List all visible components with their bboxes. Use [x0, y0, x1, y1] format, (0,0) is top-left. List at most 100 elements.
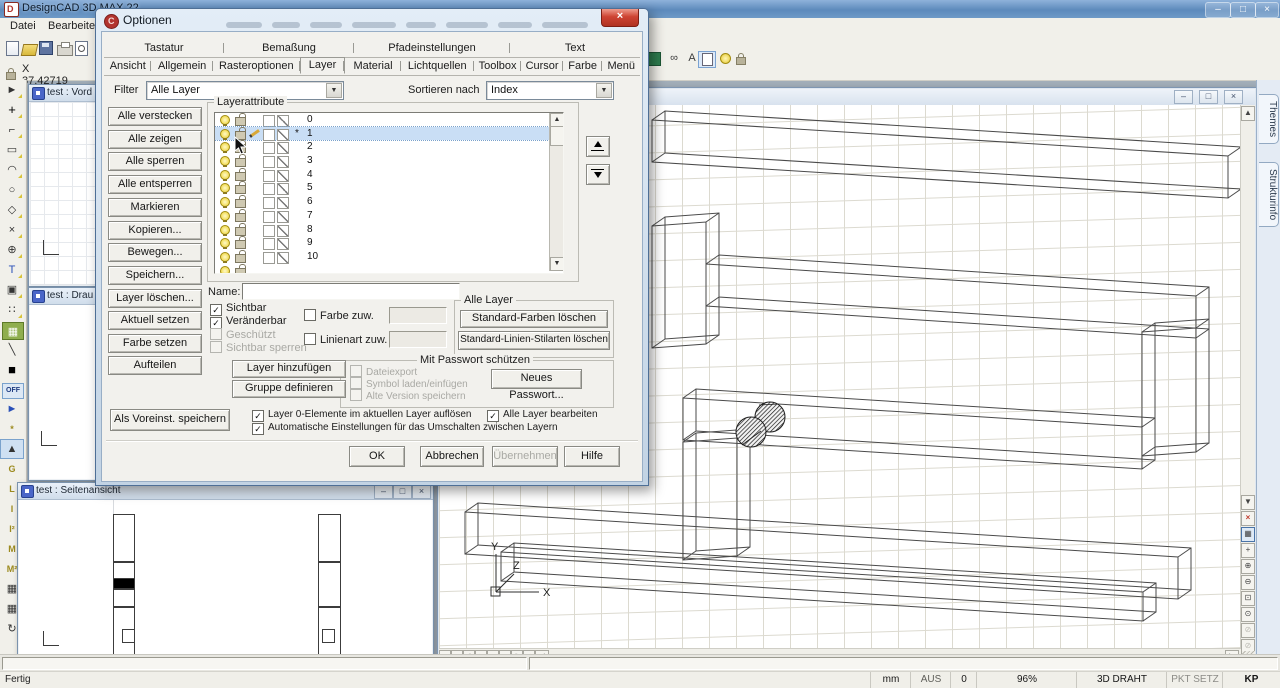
unlock-icon[interactable] [235, 199, 246, 208]
linienart-zuw-checkbox[interactable]: Linienart zuw. [304, 333, 387, 346]
polyline-icon[interactable]: ⌐ [0, 120, 24, 140]
menu-bearbeiten[interactable]: Bearbeiten [48, 20, 101, 32]
maximize-icon[interactable]: □ [1230, 2, 1256, 18]
tab-allgemein[interactable]: Allgemein [151, 58, 212, 75]
close-icon[interactable]: × [1224, 90, 1243, 104]
tab-pfadeinstellungen[interactable]: Pfadeinstellungen [354, 40, 510, 56]
layer-row-partial[interactable] [215, 264, 563, 274]
tab-toolbox[interactable]: Toolbox [474, 58, 521, 75]
unlock-icon[interactable] [235, 158, 246, 167]
lock-icon[interactable] [733, 51, 749, 66]
color-checkbox[interactable] [263, 225, 275, 237]
menu-datei[interactable]: Datei [10, 20, 36, 32]
hilfe-button[interactable]: Hilfe [564, 446, 620, 467]
aufteilen-button[interactable]: Aufteilen [108, 356, 202, 375]
window-side-view[interactable]: test : Seitenansicht – □ × [17, 482, 434, 657]
prism-icon[interactable]: ▲ [0, 439, 24, 459]
standard-linien-stilarten-loeschen-button[interactable]: Standard-Linien-Stilarten löschen [458, 331, 610, 350]
geschuetzt-checkbox[interactable]: Geschützt [210, 328, 276, 341]
tab-tastatur[interactable]: Tastatur [104, 40, 224, 56]
scroll-down-icon[interactable]: ▼ [550, 257, 564, 271]
maximize-icon[interactable]: □ [1199, 90, 1218, 104]
alle-layer-bearbeiten-checkbox[interactable]: ✓Alle Layer bearbeiten [487, 409, 598, 422]
layer-row-selected[interactable]: * 1 [215, 127, 563, 141]
layer-row[interactable]: 8 [215, 223, 563, 237]
side-view-canvas[interactable] [19, 500, 432, 655]
bulb-icon[interactable] [220, 225, 230, 235]
layer-move-up-button[interactable] [586, 136, 610, 157]
prompt-field[interactable] [529, 657, 1278, 670]
open-folder-icon[interactable] [21, 44, 39, 56]
color-checkbox[interactable] [263, 170, 275, 182]
tab-layer[interactable]: Layer [300, 57, 346, 74]
color-checkbox[interactable] [263, 129, 275, 141]
scroll-up-icon[interactable]: ▲ [550, 113, 564, 127]
name-input[interactable] [242, 283, 460, 300]
layer-list[interactable]: 0 * 1 2 3 [214, 112, 564, 274]
tab-text[interactable]: Text [510, 40, 640, 56]
select-arrow-icon[interactable]: ► [0, 80, 24, 100]
linestyle-checkbox[interactable] [277, 238, 289, 250]
zoom-extents-icon[interactable]: ⊙ [1241, 607, 1255, 622]
wand-icon[interactable]: * [0, 419, 24, 439]
linestyle-checkbox[interactable] [277, 225, 289, 237]
alle-verstecken-button[interactable]: Alle verstecken [108, 107, 202, 126]
aktuell-setzen-button[interactable]: Aktuell setzen [108, 311, 202, 330]
linestyle-checkbox[interactable] [277, 156, 289, 168]
minimize-icon[interactable]: – [374, 485, 393, 499]
move-icon[interactable]: + [0, 100, 24, 120]
layer-row[interactable]: 4 [215, 168, 563, 182]
zoom-in-icon[interactable]: ⊕ [1241, 559, 1255, 574]
scroll-up-icon[interactable]: ▲ [1241, 106, 1255, 121]
hatch-icon[interactable]: ▦ [2, 322, 24, 340]
bulb-icon[interactable] [220, 238, 230, 248]
layer-row[interactable]: 5 [215, 181, 563, 195]
veraenderbar-checkbox[interactable]: ✓Veränderbar [210, 315, 287, 329]
bulb-icon[interactable] [220, 266, 230, 274]
layer0-elemente-checkbox[interactable]: ✓Layer 0-Elemente im aktuellen Layer auf… [252, 409, 471, 422]
bulb-icon[interactable] [220, 252, 230, 262]
linestyle-checkbox[interactable] [277, 129, 289, 141]
tab-themes[interactable]: Themes [1259, 94, 1279, 144]
bulb-icon[interactable] [220, 183, 230, 193]
color-checkbox[interactable] [263, 238, 275, 250]
tab-strukturinfo[interactable]: Strukturinfo [1259, 162, 1279, 227]
scroll-down-icon[interactable]: ▼ [1241, 495, 1255, 510]
farbe-setzen-button[interactable]: Farbe setzen [108, 334, 202, 353]
bulb-icon[interactable] [220, 170, 230, 180]
layer-row[interactable]: 3 [215, 154, 563, 168]
unlock-icon[interactable] [235, 185, 246, 194]
zoom-window-icon[interactable]: ⊡ [1241, 591, 1255, 606]
close-icon[interactable]: × [601, 9, 639, 27]
bulb-icon[interactable] [220, 156, 230, 166]
chevron-down-icon[interactable]: ▼ [596, 83, 612, 98]
close-red-icon[interactable]: × [1241, 511, 1255, 526]
farbe-well[interactable] [389, 307, 447, 324]
layer-row[interactable]: 9 [215, 236, 563, 250]
alle-sperren-button[interactable]: Alle sperren [108, 152, 202, 171]
color-swatch-icon[interactable]: ■ [0, 360, 24, 380]
abbrechen-button[interactable]: Abbrechen [420, 446, 484, 467]
ok-button[interactable]: OK [349, 446, 405, 467]
speichern-button[interactable]: Speichern... [108, 266, 202, 285]
tab-rasteroptionen[interactable]: Rasteroptionen [213, 58, 300, 75]
linestyle-checkbox[interactable] [277, 252, 289, 264]
linestyle-checkbox[interactable] [277, 142, 289, 154]
save-icon[interactable] [39, 41, 53, 55]
maximize-icon[interactable]: □ [393, 485, 412, 499]
bewegen-button[interactable]: Bewegen... [108, 243, 202, 262]
gruppe-definieren-button[interactable]: Gruppe definieren [232, 380, 346, 398]
minimize-icon[interactable]: – [1174, 90, 1193, 104]
command-field[interactable] [2, 657, 527, 670]
print-preview-icon[interactable] [75, 41, 88, 56]
linienart-well[interactable] [389, 331, 447, 348]
off-toggle[interactable]: OFF [2, 383, 24, 399]
unlock-icon[interactable] [235, 254, 246, 263]
tab-farbe[interactable]: Farbe [563, 58, 603, 75]
color-checkbox[interactable] [263, 252, 275, 264]
tab-ansicht[interactable]: Ansicht [104, 58, 151, 75]
array-icon[interactable]: ∷ [0, 300, 24, 320]
color-checkbox[interactable] [263, 197, 275, 209]
glasses-icon[interactable]: ∞ [666, 51, 682, 66]
alle-zeigen-button[interactable]: Alle zeigen [108, 130, 202, 149]
